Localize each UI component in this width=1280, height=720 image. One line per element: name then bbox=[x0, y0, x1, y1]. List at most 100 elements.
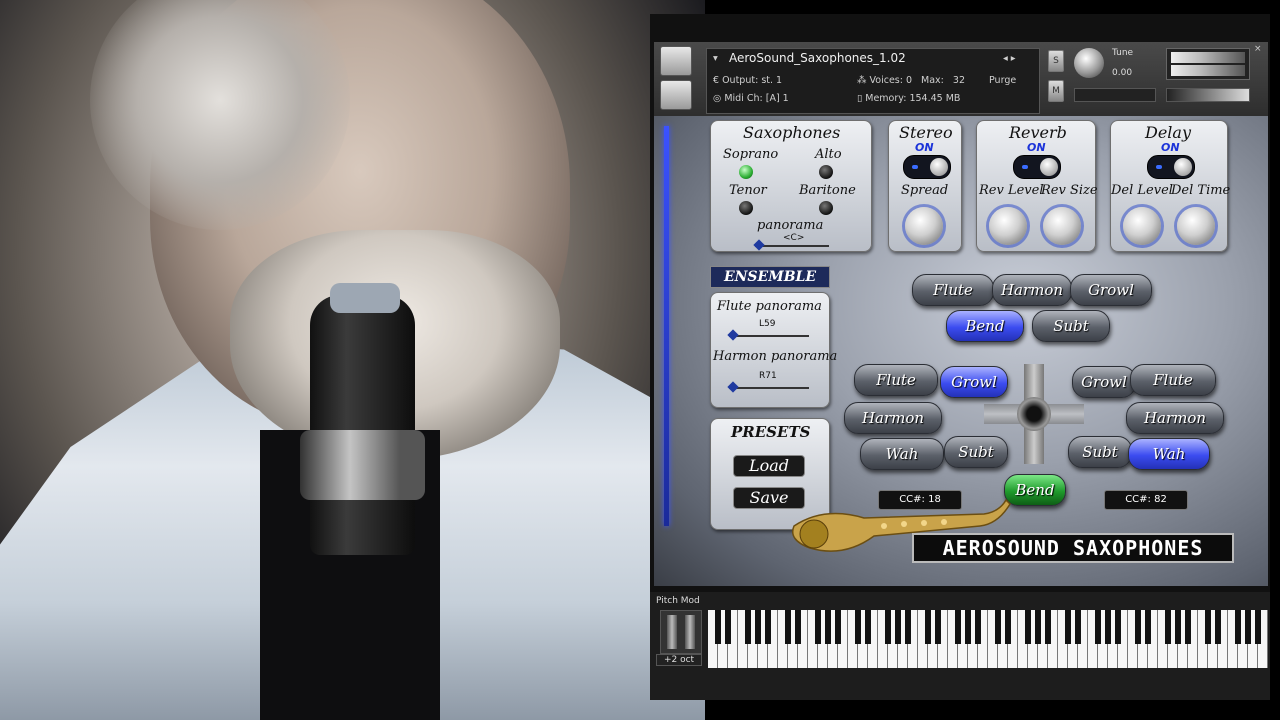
black-key[interactable] bbox=[885, 610, 891, 644]
black-key[interactable] bbox=[1245, 610, 1251, 644]
black-key[interactable] bbox=[1135, 610, 1141, 644]
left-wah-pad[interactable]: Wah bbox=[860, 438, 944, 470]
black-key[interactable] bbox=[1035, 610, 1041, 644]
black-key[interactable] bbox=[935, 610, 941, 644]
volume-slider[interactable] bbox=[1166, 88, 1250, 102]
black-key[interactable] bbox=[795, 610, 801, 644]
del-time-knob[interactable] bbox=[1177, 207, 1215, 245]
top-growl-pad[interactable]: Growl bbox=[1070, 274, 1152, 306]
left-flute-pad[interactable]: Flute bbox=[854, 364, 938, 396]
top-bend-pad[interactable]: Bend bbox=[946, 310, 1024, 342]
instrument-title[interactable]: AeroSound_Saxophones_1.02 bbox=[729, 51, 906, 65]
black-key[interactable] bbox=[855, 610, 861, 644]
black-key[interactable] bbox=[925, 610, 931, 644]
load-button[interactable]: Load bbox=[733, 455, 805, 477]
instrument-main-panel: Saxophones Soprano Alto Tenor Baritone p… bbox=[654, 116, 1268, 586]
right-flute-pad[interactable]: Flute bbox=[1130, 364, 1216, 396]
pitch-mod-label: Pitch Mod bbox=[656, 596, 700, 606]
black-key[interactable] bbox=[895, 610, 901, 644]
piano-keyboard[interactable] bbox=[708, 610, 1268, 668]
saxophone-thumbnail-icon[interactable] bbox=[660, 80, 692, 110]
purge-dropdown[interactable]: Purge bbox=[989, 75, 1016, 86]
saxophone-mouthpiece bbox=[310, 283, 415, 555]
pan-slider[interactable] bbox=[1074, 88, 1156, 102]
joystick-center-icon[interactable] bbox=[1017, 397, 1051, 431]
dropdown-arrow-icon[interactable]: ▾ bbox=[713, 53, 718, 64]
black-key[interactable] bbox=[725, 610, 731, 644]
octave-shift[interactable]: +2 oct bbox=[656, 654, 702, 666]
black-key[interactable] bbox=[905, 610, 911, 644]
black-key[interactable] bbox=[785, 610, 791, 644]
rev-level-knob[interactable] bbox=[989, 207, 1027, 245]
right-wah-pad[interactable]: Wah bbox=[1128, 438, 1210, 470]
black-key[interactable] bbox=[1005, 610, 1011, 644]
black-key[interactable] bbox=[1025, 610, 1031, 644]
black-key[interactable] bbox=[1235, 610, 1241, 644]
top-harmon-pad[interactable]: Harmon bbox=[992, 274, 1072, 306]
black-key[interactable] bbox=[1185, 610, 1191, 644]
right-subt-pad[interactable]: Subt bbox=[1068, 436, 1132, 468]
pitch-mod-wheels[interactable] bbox=[660, 610, 702, 654]
black-key[interactable] bbox=[815, 610, 821, 644]
black-key[interactable] bbox=[745, 610, 751, 644]
harmon-panorama-slider[interactable] bbox=[729, 387, 809, 389]
black-key[interactable] bbox=[765, 610, 771, 644]
black-key[interactable] bbox=[1255, 610, 1261, 644]
black-key[interactable] bbox=[755, 610, 761, 644]
black-key[interactable] bbox=[1065, 610, 1071, 644]
prev-next-icon[interactable]: ◂ ▸ bbox=[1003, 53, 1016, 64]
black-key[interactable] bbox=[1175, 610, 1181, 644]
alto-led[interactable] bbox=[819, 165, 833, 179]
reverb-toggle[interactable] bbox=[1013, 155, 1061, 179]
tune-knob[interactable] bbox=[1074, 48, 1104, 78]
soprano-label: Soprano bbox=[723, 147, 779, 162]
cc-right-readout[interactable]: CC#: 82 bbox=[1104, 490, 1188, 510]
delay-title: Delay bbox=[1145, 123, 1191, 142]
black-key[interactable] bbox=[1045, 610, 1051, 644]
mute-button[interactable]: M bbox=[1048, 80, 1064, 102]
right-growl-pad[interactable]: Growl bbox=[1072, 366, 1136, 398]
delay-toggle[interactable] bbox=[1147, 155, 1195, 179]
wrench-icon[interactable] bbox=[660, 46, 692, 76]
black-key[interactable] bbox=[1215, 610, 1221, 644]
stereo-section: Stereo ON Spread bbox=[888, 120, 962, 252]
black-key[interactable] bbox=[1145, 610, 1151, 644]
black-key[interactable] bbox=[995, 610, 1001, 644]
right-harmon-pad[interactable]: Harmon bbox=[1126, 402, 1224, 434]
top-flute-pad[interactable]: Flute bbox=[912, 274, 994, 306]
max-voices[interactable]: Max: 32 bbox=[921, 75, 965, 86]
soprano-led[interactable] bbox=[739, 165, 753, 179]
black-key[interactable] bbox=[955, 610, 961, 644]
black-key[interactable] bbox=[835, 610, 841, 644]
solo-button[interactable]: S bbox=[1048, 50, 1064, 72]
left-harmon-pad[interactable]: Harmon bbox=[844, 402, 942, 434]
del-level-knob[interactable] bbox=[1123, 207, 1161, 245]
black-key[interactable] bbox=[865, 610, 871, 644]
flute-panorama-slider[interactable] bbox=[729, 335, 809, 337]
black-key[interactable] bbox=[965, 610, 971, 644]
rev-size-knob[interactable] bbox=[1043, 207, 1081, 245]
panorama-slider[interactable] bbox=[755, 245, 829, 247]
midi-channel[interactable]: ◎ Midi Ch: [A] 1 bbox=[713, 93, 789, 104]
tenor-led[interactable] bbox=[739, 201, 753, 215]
baritone-led[interactable] bbox=[819, 201, 833, 215]
black-key[interactable] bbox=[1075, 610, 1081, 644]
stereo-on-label: ON bbox=[915, 141, 934, 154]
ligature bbox=[300, 430, 425, 500]
black-key[interactable] bbox=[1115, 610, 1121, 644]
presets-title: PRESETS bbox=[731, 423, 811, 441]
black-key[interactable] bbox=[715, 610, 721, 644]
scroll-indicator bbox=[664, 126, 669, 526]
black-key[interactable] bbox=[1205, 610, 1211, 644]
stereo-toggle[interactable] bbox=[903, 155, 951, 179]
black-key[interactable] bbox=[1165, 610, 1171, 644]
output-value[interactable]: st. 1 bbox=[761, 75, 782, 86]
delay-section: Delay ON Del Level Del Time bbox=[1110, 120, 1230, 252]
black-key[interactable] bbox=[975, 610, 981, 644]
spread-knob[interactable] bbox=[905, 207, 943, 245]
black-key[interactable] bbox=[1105, 610, 1111, 644]
black-key[interactable] bbox=[825, 610, 831, 644]
close-icon[interactable]: × bbox=[1254, 44, 1262, 54]
top-subt-pad[interactable]: Subt bbox=[1032, 310, 1110, 342]
black-key[interactable] bbox=[1095, 610, 1101, 644]
